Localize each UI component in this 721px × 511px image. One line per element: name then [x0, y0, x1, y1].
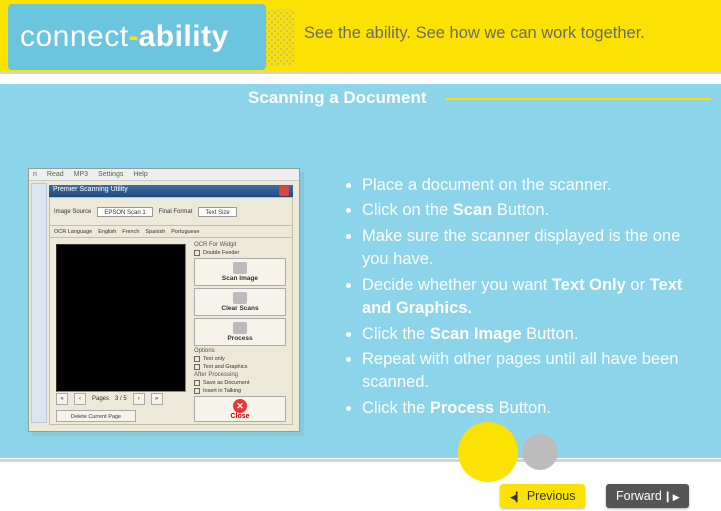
- list-item: Click the Scan Image Button.: [362, 323, 699, 346]
- opt-label: Text and Graphics: [203, 364, 247, 370]
- page-title: Scanning a Document: [248, 88, 427, 108]
- menu-item: Help: [133, 171, 147, 178]
- process-icon: [233, 322, 247, 334]
- next-icon: ›: [133, 393, 145, 405]
- close-icon: [279, 186, 289, 196]
- instr-text: Button.: [492, 201, 549, 219]
- scan-image-button: Scan Image: [194, 258, 286, 286]
- close-x-icon: ✕: [233, 399, 247, 413]
- after-label: After Processing: [194, 372, 286, 378]
- src-label: Image Source: [54, 209, 91, 215]
- shot-chk: Double Feeder: [194, 250, 286, 256]
- after-opt: Save as Document: [203, 380, 249, 386]
- instr-text: Decide whether you want: [362, 276, 552, 294]
- ocr-label: OCR For Widgit: [194, 242, 286, 248]
- prev-label: Previous: [527, 489, 576, 503]
- instr-text: Repeat with other pages until all have b…: [362, 350, 678, 391]
- after-opt: Insert in Talking: [203, 388, 241, 394]
- lang-opt: Portuguese: [171, 229, 199, 235]
- instr-text: Place a document on the scanner.: [362, 176, 612, 194]
- menu-item: n: [33, 171, 37, 178]
- first-icon: «: [56, 393, 68, 405]
- shot-pagectrl: « ‹ Pages 3 / 5 › »: [56, 392, 186, 406]
- brand-ability: ability: [139, 20, 229, 54]
- pages-label: Pages: [92, 396, 109, 402]
- prev-icon: ‹: [74, 393, 86, 405]
- decor-circle-grey: [522, 434, 558, 470]
- opt1: Text only: [194, 356, 286, 362]
- instr-bold: Scan Image: [430, 325, 522, 343]
- clear-scans-button: Clear Scans: [194, 288, 286, 316]
- instr-text: Make sure the scanner displayed is the o…: [362, 227, 680, 268]
- process-button: Process: [194, 318, 286, 346]
- fmt-drop: Text Size: [198, 207, 236, 217]
- main-panel: Scanning a Document n Read MP3 Settings …: [0, 84, 721, 458]
- instr-bold: Scan: [453, 201, 492, 219]
- pages-value: 3 / 5: [115, 396, 127, 402]
- tagline: See the ability. See how we can work tog…: [304, 24, 645, 43]
- shot-sidebar: [31, 183, 47, 423]
- lang-label: OCR Language: [54, 229, 92, 235]
- close-label: Close: [230, 413, 249, 420]
- shot-body: Image Source EPSON Scan 1 Final Format T…: [49, 197, 293, 425]
- shot-langs: OCR Language English French Spanish Port…: [50, 226, 292, 238]
- scanning-utility-screenshot: n Read MP3 Settings Help Premier Scannin…: [28, 168, 300, 432]
- menu-item: Read: [47, 171, 64, 178]
- lang-opt: Spanish: [145, 229, 165, 235]
- brand-connect: connect: [20, 20, 129, 54]
- instructions-list: Place a document on the scanner. Click o…: [340, 174, 699, 422]
- title-rule: [446, 98, 711, 100]
- src-dropdown: EPSON Scan 1: [97, 207, 152, 217]
- instr-bold: Text Only: [552, 276, 626, 294]
- list-item: Place a document on the scanner.: [362, 174, 699, 197]
- list-item: Click on the Scan Button.: [362, 199, 699, 222]
- arrow-right-icon: [667, 489, 679, 503]
- shot-menu: n Read MP3 Settings Help: [29, 169, 299, 181]
- brand-logo: connect-ability: [8, 4, 266, 70]
- instr-text: Click the: [362, 399, 430, 417]
- shot-title: Premier Scanning Utility: [53, 186, 128, 196]
- shot-preview: [56, 244, 186, 392]
- shot-topctrls: Image Source EPSON Scan 1 Final Format T…: [50, 198, 292, 226]
- after1: Save as Document: [194, 380, 286, 386]
- instr-text: Click on the: [362, 201, 453, 219]
- shot-right-column: OCR For Widgit Double Feeder Scan Image …: [194, 242, 286, 422]
- scan-label: Scan Image: [222, 275, 258, 282]
- fwd-label: Forward: [616, 489, 662, 503]
- lang-opt: English: [98, 229, 116, 235]
- instr-text: Button.: [494, 399, 551, 417]
- scanner-icon: [233, 262, 247, 274]
- menu-item: Settings: [98, 171, 123, 178]
- decor-circle-yellow: [458, 422, 518, 482]
- shot-titlebar: Premier Scanning Utility: [49, 185, 293, 197]
- opts-label: Options: [194, 348, 286, 354]
- last-icon: »: [151, 393, 163, 405]
- lang-opt: French: [122, 229, 139, 235]
- clear-icon: [233, 292, 247, 304]
- list-item: Decide whether you want Text Only or Tex…: [362, 274, 699, 321]
- list-item: Click the Process Button.: [362, 397, 699, 420]
- chk-label: Double Feeder: [203, 250, 239, 256]
- previous-button[interactable]: Previous: [500, 484, 585, 508]
- arrow-left-icon: [510, 489, 522, 503]
- list-item: Make sure the scanner displayed is the o…: [362, 225, 699, 272]
- fmt-label: Final Format: [159, 209, 193, 215]
- clear-label: Clear Scans: [221, 305, 258, 312]
- process-label: Process: [227, 335, 252, 342]
- delete-page-button: Delete Current Page: [56, 410, 136, 422]
- instr-text: or: [626, 276, 650, 294]
- menu-item: MP3: [74, 171, 88, 178]
- instr-text: Click the: [362, 325, 430, 343]
- opt-label: Text only: [203, 356, 225, 362]
- forward-button[interactable]: Forward: [606, 484, 689, 508]
- instr-bold: Process: [430, 399, 494, 417]
- list-item: Repeat with other pages until all have b…: [362, 348, 699, 395]
- brand-dash: -: [129, 20, 139, 54]
- after2: Insert in Talking: [194, 388, 286, 394]
- close-button: ✕Close: [194, 396, 286, 422]
- instr-text: Button.: [522, 325, 579, 343]
- opt2: Text and Graphics: [194, 364, 286, 370]
- header-band: connect-ability See the ability. See how…: [0, 0, 721, 74]
- footer: Previous Forward: [0, 459, 721, 511]
